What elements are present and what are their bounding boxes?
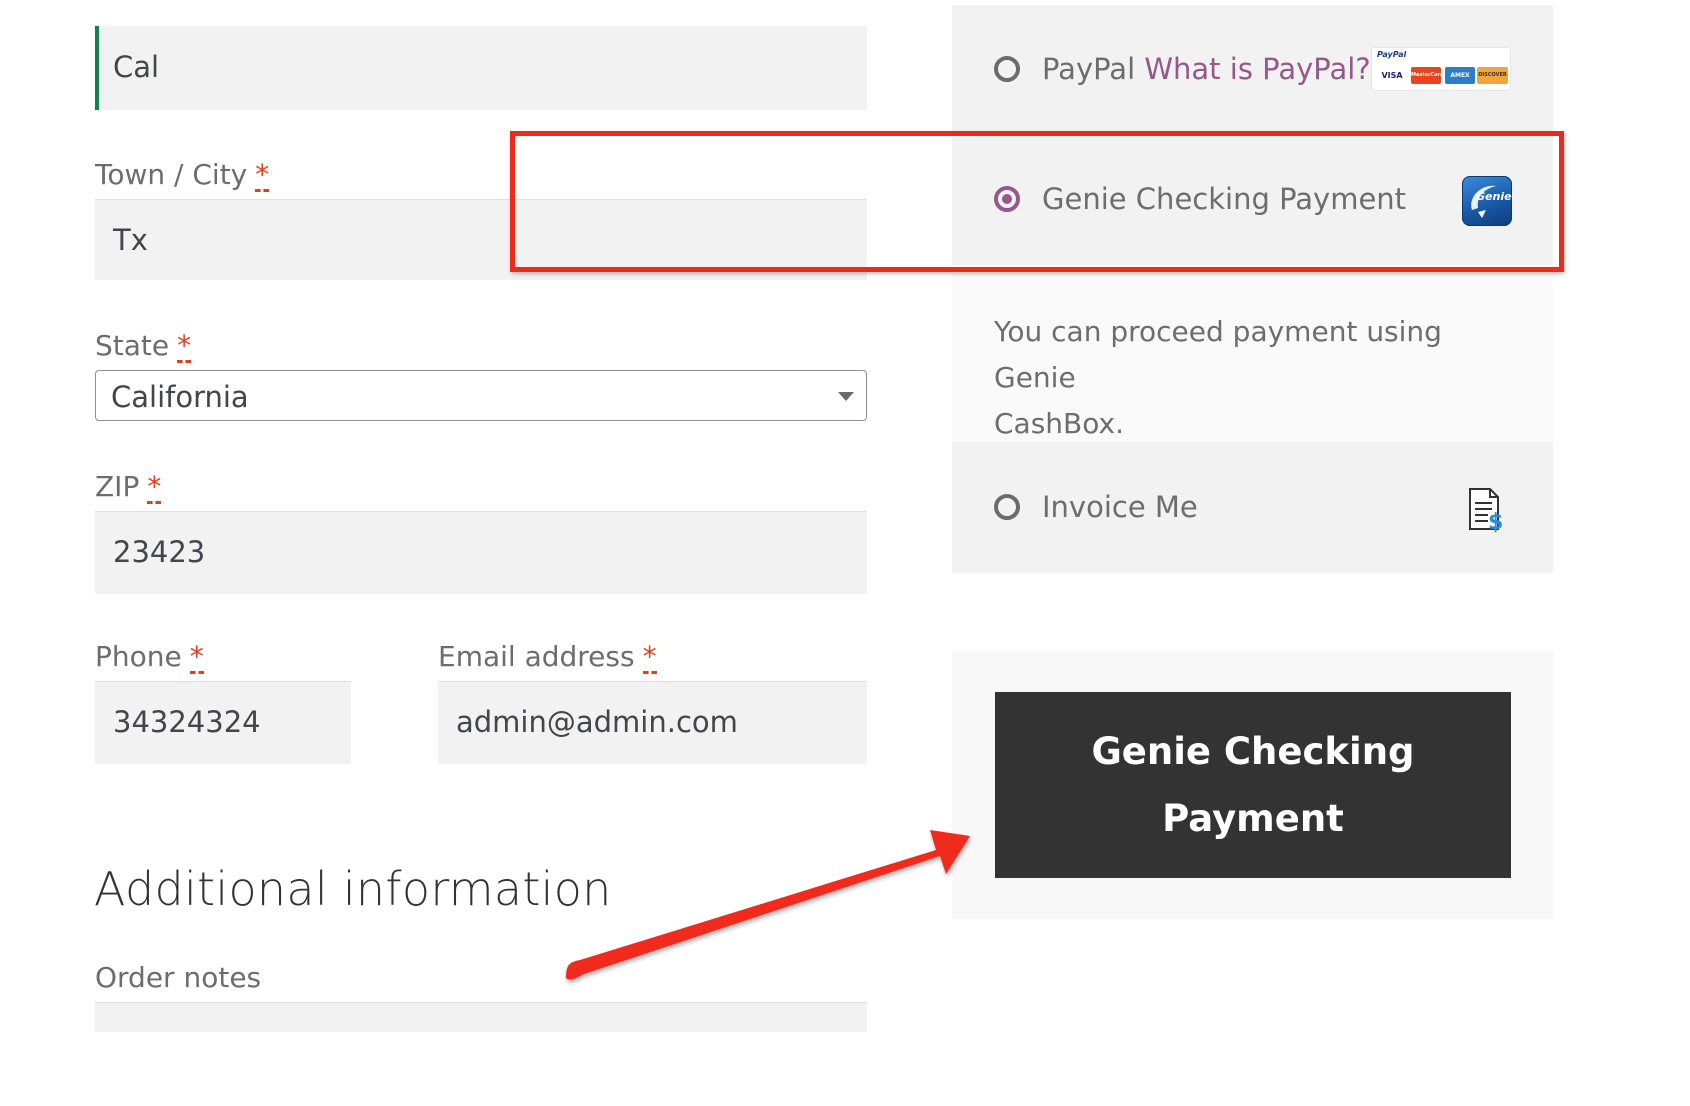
card-logos-icon: PayPal VISA MasterCard AMEX DISCOVER bbox=[1371, 47, 1511, 91]
paypal-label-text: PayPal bbox=[1042, 52, 1136, 86]
town-city-label-text: Town / City bbox=[95, 158, 248, 191]
paypal-label[interactable]: PayPal What is PayPal? bbox=[1042, 52, 1371, 86]
radio-paypal[interactable] bbox=[994, 56, 1020, 82]
email-label: Email address * bbox=[438, 640, 657, 674]
place-order-button[interactable]: Genie Checking Payment bbox=[995, 692, 1511, 878]
order-notes-label: Order notes bbox=[95, 961, 262, 994]
email-value: admin@admin.com bbox=[456, 705, 738, 739]
zip-label-text: ZIP bbox=[95, 470, 140, 503]
svg-text:$: $ bbox=[1488, 510, 1503, 533]
genie-description: You can proceed payment using Genie Cash… bbox=[994, 309, 1514, 447]
zip-value: 23423 bbox=[113, 535, 206, 569]
radio-invoice[interactable] bbox=[994, 494, 1020, 520]
chevron-down-icon[interactable] bbox=[838, 392, 854, 401]
required-marker: * bbox=[177, 329, 192, 363]
phone-value: 34324324 bbox=[113, 705, 261, 739]
required-marker: * bbox=[147, 470, 162, 504]
email-label-text: Email address bbox=[438, 640, 635, 673]
invoice-label[interactable]: Invoice Me bbox=[1042, 490, 1198, 524]
town-city-value: Tx bbox=[113, 223, 148, 257]
place-order-label-line1: Genie Checking bbox=[1091, 730, 1415, 773]
highlight-rectangle bbox=[510, 131, 1564, 272]
required-marker: * bbox=[189, 640, 204, 674]
visa-card-icon: VISA bbox=[1377, 67, 1407, 84]
town-city-label: Town / City * bbox=[95, 158, 270, 192]
state-select-value: California bbox=[111, 380, 249, 414]
phone-label-text: Phone bbox=[95, 640, 182, 673]
state-label-text: State bbox=[95, 329, 170, 362]
discover-card-icon: DISCOVER bbox=[1477, 67, 1508, 84]
genie-description-line2: CashBox. bbox=[994, 407, 1124, 440]
genie-description-line1: You can proceed payment using Genie bbox=[994, 315, 1442, 394]
what-is-paypal-link[interactable]: What is PayPal? bbox=[1144, 52, 1370, 86]
paypal-small-text: PayPal bbox=[1377, 50, 1407, 59]
street-address-value: Cal bbox=[113, 50, 160, 84]
state-label: State * bbox=[95, 329, 192, 363]
zip-label: ZIP * bbox=[95, 470, 162, 504]
phone-label: Phone * bbox=[95, 640, 204, 674]
mastercard-icon: MasterCard bbox=[1411, 67, 1444, 84]
amex-card-icon: AMEX bbox=[1445, 67, 1475, 84]
required-marker: * bbox=[255, 158, 270, 192]
invoice-dollar-icon: $ bbox=[1469, 488, 1503, 533]
additional-information-heading: Additional information bbox=[94, 862, 612, 916]
street-address-input[interactable] bbox=[95, 26, 867, 110]
order-notes-textarea[interactable] bbox=[95, 1002, 867, 1032]
place-order-label-line2: Payment bbox=[1162, 797, 1344, 840]
required-marker: * bbox=[642, 640, 657, 674]
zip-input[interactable] bbox=[95, 511, 867, 594]
